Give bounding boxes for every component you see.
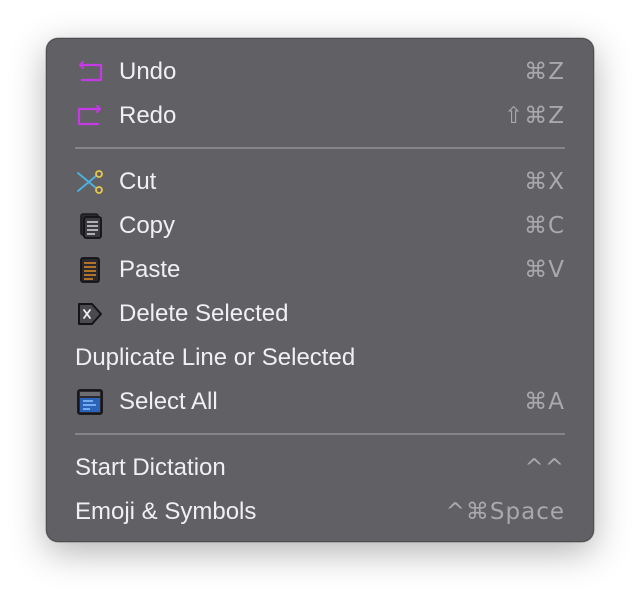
shortcut-hint: ^⌘Space: [445, 499, 565, 525]
menu-separator: [75, 433, 565, 435]
menu-item-delete-selected[interactable]: Delete Selected: [47, 292, 593, 336]
paste-icon: [75, 257, 105, 283]
menu-separator: [75, 147, 565, 149]
menu-item-label: Delete Selected: [119, 300, 289, 327]
menu-item-label: Redo: [119, 102, 177, 129]
shortcut-hint: ⌘X: [524, 169, 565, 195]
shortcut-hint: ⌘Z: [524, 59, 565, 85]
shortcut-hint: ⌘C: [523, 213, 565, 239]
edit-context-menu: Undo ⌘Z Redo ⇧⌘Z Cut ⌘X Copy ⌘C Paste ⌘V…: [46, 38, 594, 542]
shortcut-hint: ^^: [524, 455, 565, 481]
menu-item-duplicate-line[interactable]: Duplicate Line or Selected: [47, 336, 593, 380]
menu-item-redo[interactable]: Redo ⇧⌘Z: [47, 94, 593, 138]
menu-item-emoji-symbols[interactable]: Emoji & Symbols ^⌘Space: [47, 490, 593, 534]
copy-icon: [75, 213, 105, 239]
menu-item-label: Select All: [119, 388, 218, 415]
menu-item-copy[interactable]: Copy ⌘C: [47, 204, 593, 248]
cut-icon: [75, 169, 105, 195]
menu-item-label: Cut: [119, 168, 157, 195]
menu-item-label: Emoji & Symbols: [75, 498, 257, 525]
menu-item-undo[interactable]: Undo ⌘Z: [47, 50, 593, 94]
redo-icon: [75, 103, 105, 129]
shortcut-hint: ⌘V: [524, 257, 565, 283]
shortcut-hint: ⌘A: [524, 389, 565, 415]
select-all-icon: [75, 389, 105, 415]
menu-item-label: Start Dictation: [75, 454, 226, 481]
menu-item-label: Duplicate Line or Selected: [75, 344, 356, 371]
menu-item-label: Copy: [119, 212, 176, 239]
menu-item-select-all[interactable]: Select All ⌘A: [47, 380, 593, 424]
menu-item-cut[interactable]: Cut ⌘X: [47, 160, 593, 204]
menu-item-label: Paste: [119, 256, 181, 283]
shortcut-hint: ⇧⌘Z: [503, 103, 565, 129]
menu-item-paste[interactable]: Paste ⌘V: [47, 248, 593, 292]
delete-icon: [75, 301, 105, 327]
undo-icon: [75, 59, 105, 85]
menu-item-label: Undo: [119, 58, 177, 85]
menu-item-start-dictation[interactable]: Start Dictation ^^: [47, 446, 593, 490]
